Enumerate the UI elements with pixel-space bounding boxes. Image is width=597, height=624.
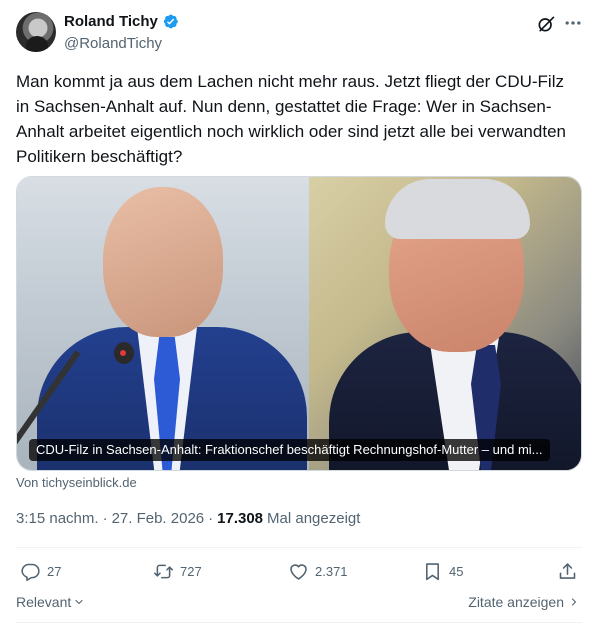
grok-icon[interactable] [536, 14, 556, 34]
link-card-caption[interactable]: CDU-Filz in Sachsen-Anhalt: Fraktionsche… [29, 439, 550, 461]
chevron-down-icon [75, 599, 83, 605]
link-card[interactable]: CDU-Filz in Sachsen-Anhalt: Fraktionsche… [16, 176, 582, 471]
divider [16, 622, 582, 623]
tweet-time[interactable]: 3:15 nachm. [16, 510, 99, 527]
sort-dropdown[interactable]: Relevant [16, 594, 85, 610]
meta-separator: · [208, 510, 214, 527]
reply-button[interactable]: 27 [20, 560, 61, 582]
tweet: Roland Tichy @RolandTichy Man kommt ja a… [0, 0, 597, 624]
author-name[interactable]: Roland Tichy [64, 13, 158, 30]
retweet-icon [153, 564, 174, 578]
bookmark-count: 45 [449, 563, 464, 579]
heart-icon [290, 563, 307, 580]
views-label: Mal angezeigt [267, 510, 361, 527]
share-icon [559, 562, 576, 579]
link-source[interactable]: Von tichyseinblick.de [16, 475, 137, 490]
share-button[interactable] [557, 560, 578, 582]
quotes-label: Zitate anzeigen [468, 594, 564, 610]
avatar[interactable] [16, 12, 56, 52]
author-name-row[interactable]: Roland Tichy [64, 13, 179, 30]
tweet-text: Man kommt ja aus dem Lachen nicht mehr r… [16, 72, 566, 166]
chevron-right-icon [571, 598, 577, 606]
tweet-date[interactable]: 27. Feb. 2026 [112, 510, 205, 527]
views-count: 17.308 [217, 510, 264, 527]
verified-badge-icon [163, 14, 178, 29]
sort-label: Relevant [16, 594, 72, 610]
more-icon[interactable] [563, 13, 583, 33]
meta-separator: · [102, 510, 108, 527]
link-card-photo-right [309, 177, 581, 470]
retweet-count: 727 [180, 563, 202, 579]
view-quotes-link[interactable]: Zitate anzeigen [468, 594, 580, 610]
bookmark-icon [426, 562, 439, 580]
reply-icon [21, 563, 40, 581]
link-card-photo-left [17, 177, 309, 470]
bookmark-button[interactable]: 45 [422, 560, 463, 582]
author-handle[interactable]: @RolandTichy [64, 35, 162, 52]
like-count: 2.371 [315, 563, 348, 579]
reply-count: 27 [47, 563, 62, 579]
retweet-button[interactable]: 727 [153, 560, 202, 582]
divider [16, 547, 582, 548]
like-button[interactable]: 2.371 [288, 560, 348, 582]
tweet-meta: 3:15 nachm. · 27. Feb. 2026 · 17.308 Mal… [16, 510, 360, 527]
